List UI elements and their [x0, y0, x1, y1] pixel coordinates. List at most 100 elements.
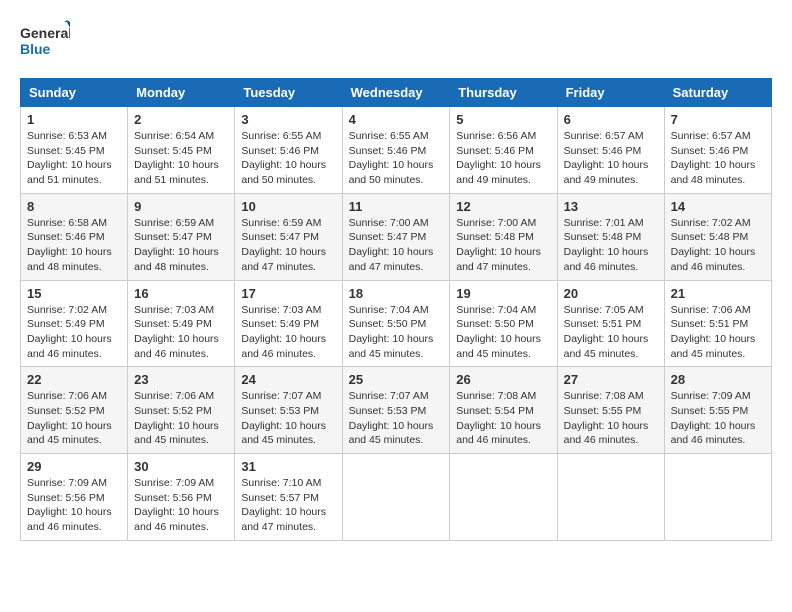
day-number: 9	[134, 199, 228, 214]
day-info: Sunrise: 7:06 AMSunset: 5:52 PMDaylight:…	[134, 389, 228, 448]
day-info: Sunrise: 7:09 AMSunset: 5:55 PMDaylight:…	[671, 389, 765, 448]
day-info: Sunrise: 7:09 AMSunset: 5:56 PMDaylight:…	[134, 476, 228, 535]
day-number: 17	[241, 286, 335, 301]
calendar-week-row: 15 Sunrise: 7:02 AMSunset: 5:49 PMDayligh…	[21, 280, 772, 367]
day-info: Sunrise: 6:57 AMSunset: 5:46 PMDaylight:…	[564, 129, 658, 188]
day-info: Sunrise: 7:03 AMSunset: 5:49 PMDaylight:…	[241, 303, 335, 362]
calendar-day-cell: 6Sunrise: 6:57 AMSunset: 5:46 PMDaylight…	[557, 107, 664, 194]
calendar-day-header: Monday	[128, 79, 235, 107]
day-number: 7	[671, 112, 765, 127]
calendar-day-cell: 17 Sunrise: 7:03 AMSunset: 5:49 PMDayligh…	[235, 280, 342, 367]
day-info: Sunrise: 7:04 AMSunset: 5:50 PMDaylight:…	[349, 303, 444, 362]
day-info: Sunrise: 7:08 AMSunset: 5:55 PMDaylight:…	[564, 389, 658, 448]
calendar-day-cell: 30 Sunrise: 7:09 AMSunset: 5:56 PMDayligh…	[128, 454, 235, 541]
day-info: Sunrise: 6:59 AMSunset: 5:47 PMDaylight:…	[134, 216, 228, 275]
calendar-day-header: Saturday	[664, 79, 771, 107]
day-number: 20	[564, 286, 658, 301]
day-info: Sunrise: 6:55 AMSunset: 5:46 PMDaylight:…	[349, 129, 444, 188]
day-number: 14	[671, 199, 765, 214]
calendar-day-cell: 11 Sunrise: 7:00 AMSunset: 5:47 PMDayligh…	[342, 193, 450, 280]
calendar-week-row: 22 Sunrise: 7:06 AMSunset: 5:52 PMDayligh…	[21, 367, 772, 454]
day-info: Sunrise: 6:56 AMSunset: 5:46 PMDaylight:…	[456, 129, 550, 188]
calendar-day-cell: 16Sunrise: 7:03 AMSunset: 5:49 PMDayligh…	[128, 280, 235, 367]
calendar-day-cell: 12Sunrise: 7:00 AMSunset: 5:48 PMDayligh…	[450, 193, 557, 280]
calendar-day-header: Tuesday	[235, 79, 342, 107]
day-info: Sunrise: 6:53 AMSunset: 5:45 PMDaylight:…	[27, 129, 121, 188]
calendar-day-cell	[557, 454, 664, 541]
day-info: Sunrise: 7:02 AMSunset: 5:49 PMDaylight:…	[27, 303, 121, 362]
calendar-day-cell: 3 Sunrise: 6:55 AMSunset: 5:46 PMDaylight…	[235, 107, 342, 194]
calendar-table: SundayMondayTuesdayWednesdayThursdayFrid…	[20, 78, 772, 541]
day-number: 28	[671, 372, 765, 387]
day-info: Sunrise: 6:55 AMSunset: 5:46 PMDaylight:…	[241, 129, 335, 188]
day-info: Sunrise: 7:07 AMSunset: 5:53 PMDaylight:…	[241, 389, 335, 448]
calendar-day-cell: 20 Sunrise: 7:05 AMSunset: 5:51 PMDayligh…	[557, 280, 664, 367]
day-number: 30	[134, 459, 228, 474]
calendar-day-cell: 10Sunrise: 6:59 AMSunset: 5:47 PMDayligh…	[235, 193, 342, 280]
day-info: Sunrise: 7:02 AMSunset: 5:48 PMDaylight:…	[671, 216, 765, 275]
calendar-day-cell: 5 Sunrise: 6:56 AMSunset: 5:46 PMDaylight…	[450, 107, 557, 194]
day-info: Sunrise: 7:08 AMSunset: 5:54 PMDaylight:…	[456, 389, 550, 448]
calendar-day-cell	[342, 454, 450, 541]
day-info: Sunrise: 7:05 AMSunset: 5:51 PMDaylight:…	[564, 303, 658, 362]
day-number: 12	[456, 199, 550, 214]
calendar-day-header: Friday	[557, 79, 664, 107]
day-number: 19	[456, 286, 550, 301]
day-info: Sunrise: 7:03 AMSunset: 5:49 PMDaylight:…	[134, 303, 228, 362]
calendar-day-cell: 27 Sunrise: 7:08 AMSunset: 5:55 PMDayligh…	[557, 367, 664, 454]
svg-text:General: General	[20, 25, 70, 41]
day-number: 27	[564, 372, 658, 387]
day-number: 5	[456, 112, 550, 127]
day-number: 31	[241, 459, 335, 474]
calendar-week-row: 8 Sunrise: 6:58 AMSunset: 5:46 PMDaylight…	[21, 193, 772, 280]
calendar-day-cell: 1 Sunrise: 6:53 AMSunset: 5:45 PMDaylight…	[21, 107, 128, 194]
day-number: 29	[27, 459, 121, 474]
calendar-day-header: Wednesday	[342, 79, 450, 107]
day-number: 4	[349, 112, 444, 127]
calendar-day-cell: 9 Sunrise: 6:59 AMSunset: 5:47 PMDaylight…	[128, 193, 235, 280]
day-number: 22	[27, 372, 121, 387]
calendar-day-cell: 8 Sunrise: 6:58 AMSunset: 5:46 PMDaylight…	[21, 193, 128, 280]
day-number: 1	[27, 112, 121, 127]
calendar-day-cell: 14 Sunrise: 7:02 AMSunset: 5:48 PMDayligh…	[664, 193, 771, 280]
day-info: Sunrise: 6:57 AMSunset: 5:46 PMDaylight:…	[671, 129, 765, 188]
calendar-day-cell: 13Sunrise: 7:01 AMSunset: 5:48 PMDayligh…	[557, 193, 664, 280]
calendar-week-row: 29 Sunrise: 7:09 AMSunset: 5:56 PMDayligh…	[21, 454, 772, 541]
calendar-day-cell: 31Sunrise: 7:10 AMSunset: 5:57 PMDayligh…	[235, 454, 342, 541]
day-info: Sunrise: 6:58 AMSunset: 5:46 PMDaylight:…	[27, 216, 121, 275]
day-number: 13	[564, 199, 658, 214]
calendar-day-cell: 2Sunrise: 6:54 AMSunset: 5:45 PMDaylight…	[128, 107, 235, 194]
page-header: General Blue	[20, 20, 772, 62]
day-number: 10	[241, 199, 335, 214]
calendar-day-cell: 25Sunrise: 7:07 AMSunset: 5:53 PMDayligh…	[342, 367, 450, 454]
calendar-day-cell: 7 Sunrise: 6:57 AMSunset: 5:46 PMDaylight…	[664, 107, 771, 194]
calendar-day-cell: 26 Sunrise: 7:08 AMSunset: 5:54 PMDayligh…	[450, 367, 557, 454]
calendar-day-cell: 22 Sunrise: 7:06 AMSunset: 5:52 PMDayligh…	[21, 367, 128, 454]
calendar-day-cell: 4 Sunrise: 6:55 AMSunset: 5:46 PMDaylight…	[342, 107, 450, 194]
calendar-day-cell: 19 Sunrise: 7:04 AMSunset: 5:50 PMDayligh…	[450, 280, 557, 367]
day-info: Sunrise: 7:07 AMSunset: 5:53 PMDaylight:…	[349, 389, 444, 448]
day-number: 15	[27, 286, 121, 301]
day-info: Sunrise: 7:09 AMSunset: 5:56 PMDaylight:…	[27, 476, 121, 535]
day-number: 23	[134, 372, 228, 387]
calendar-day-cell: 23 Sunrise: 7:06 AMSunset: 5:52 PMDayligh…	[128, 367, 235, 454]
day-number: 21	[671, 286, 765, 301]
calendar-day-cell	[450, 454, 557, 541]
day-number: 3	[241, 112, 335, 127]
svg-text:Blue: Blue	[20, 41, 51, 57]
calendar-week-row: 1 Sunrise: 6:53 AMSunset: 5:45 PMDaylight…	[21, 107, 772, 194]
calendar-header-row: SundayMondayTuesdayWednesdayThursdayFrid…	[21, 79, 772, 107]
calendar-day-cell: 28 Sunrise: 7:09 AMSunset: 5:55 PMDayligh…	[664, 367, 771, 454]
day-number: 26	[456, 372, 550, 387]
day-info: Sunrise: 7:00 AMSunset: 5:47 PMDaylight:…	[349, 216, 444, 275]
day-info: Sunrise: 7:06 AMSunset: 5:52 PMDaylight:…	[27, 389, 121, 448]
calendar-day-cell: 15 Sunrise: 7:02 AMSunset: 5:49 PMDayligh…	[21, 280, 128, 367]
day-number: 8	[27, 199, 121, 214]
calendar-day-cell: 18Sunrise: 7:04 AMSunset: 5:50 PMDayligh…	[342, 280, 450, 367]
day-number: 11	[349, 199, 444, 214]
day-info: Sunrise: 7:06 AMSunset: 5:51 PMDaylight:…	[671, 303, 765, 362]
calendar-day-cell	[664, 454, 771, 541]
day-info: Sunrise: 7:04 AMSunset: 5:50 PMDaylight:…	[456, 303, 550, 362]
day-number: 2	[134, 112, 228, 127]
logo: General Blue	[20, 20, 70, 62]
